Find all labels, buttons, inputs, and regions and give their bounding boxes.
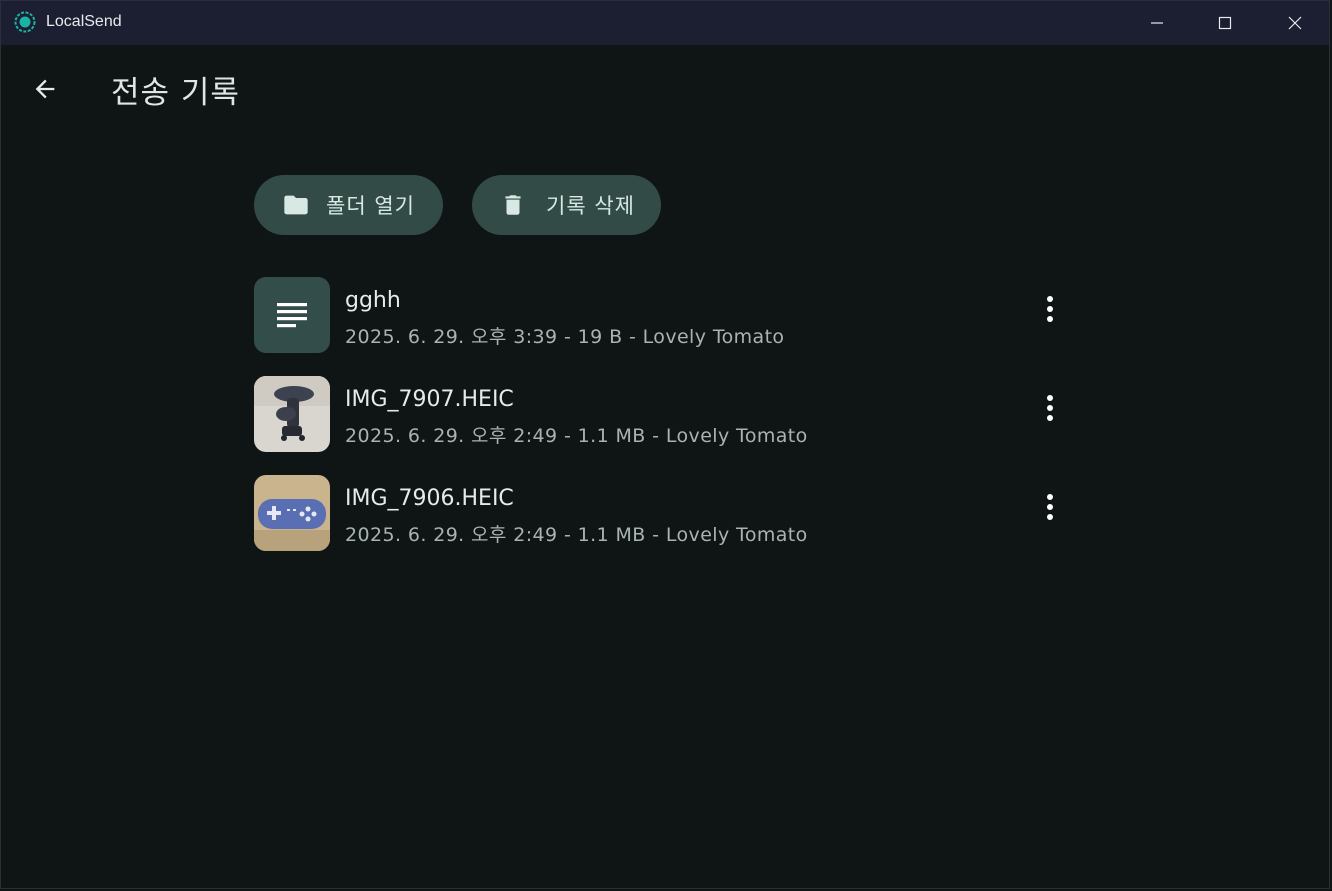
trash-icon <box>500 190 526 220</box>
back-button[interactable] <box>25 69 65 109</box>
open-folder-label: 폴더 열기 <box>326 194 415 218</box>
item-meta: 2025. 6. 29. 오후 3:39 - 19 B - Lovely Tom… <box>345 326 785 348</box>
more-vert-icon <box>1047 494 1053 520</box>
image-thumbnail <box>254 376 330 452</box>
item-name: IMG_7906.HEIC <box>345 486 514 511</box>
history-item[interactable]: gghh 2025. 6. 29. 오후 3:39 - 19 B - Lovel… <box>254 277 1074 353</box>
maximize-icon <box>1218 16 1232 30</box>
history-item[interactable]: IMG_7906.HEIC 2025. 6. 29. 오후 2:49 - 1.1… <box>254 475 1074 551</box>
item-meta: 2025. 6. 29. 오후 2:49 - 1.1 MB - Lovely T… <box>345 524 808 546</box>
image-thumbnail <box>254 475 330 551</box>
more-options-button[interactable] <box>1032 390 1068 426</box>
history-item[interactable]: IMG_7907.HEIC 2025. 6. 29. 오후 2:49 - 1.1… <box>254 376 1074 452</box>
arrow-left-icon <box>35 79 55 99</box>
folder-icon <box>280 191 312 219</box>
item-meta: 2025. 6. 29. 오후 2:49 - 1.1 MB - Lovely T… <box>345 425 808 447</box>
close-icon <box>1288 16 1302 30</box>
maximize-button[interactable] <box>1190 1 1260 45</box>
more-vert-icon <box>1047 395 1053 421</box>
item-name: IMG_7907.HEIC <box>345 387 514 412</box>
close-button[interactable] <box>1260 1 1330 45</box>
open-folder-button[interactable]: 폴더 열기 <box>254 175 443 235</box>
title-bar[interactable]: LocalSend <box>1 1 1329 45</box>
window-title: LocalSend <box>46 13 122 30</box>
more-options-button[interactable] <box>1032 489 1068 525</box>
page-title: 전송 기록 <box>111 75 240 111</box>
more-options-button[interactable] <box>1032 291 1068 327</box>
item-name: gghh <box>345 288 401 313</box>
more-vert-icon <box>1047 296 1053 322</box>
minimize-icon <box>1151 22 1163 24</box>
delete-history-button[interactable]: 기록 삭제 <box>472 175 661 235</box>
localsend-logo-icon <box>14 11 36 33</box>
text-file-icon <box>254 277 330 353</box>
delete-history-label: 기록 삭제 <box>546 194 635 218</box>
minimize-button[interactable] <box>1122 1 1192 45</box>
app-window: LocalSend 전송 기록 폴더 열기 기록 삭제 gghh 2025. 6… <box>0 0 1330 889</box>
